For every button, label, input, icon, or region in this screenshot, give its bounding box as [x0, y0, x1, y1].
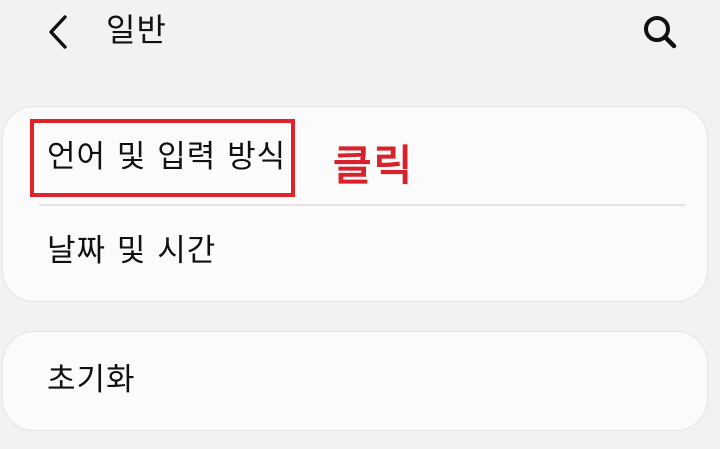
search-button[interactable]	[636, 12, 684, 52]
back-button[interactable]	[36, 12, 80, 52]
setting-item-label: 날짜 및 시간	[47, 233, 217, 269]
setting-item-reset[interactable]: 초기화	[3, 332, 707, 430]
page-title: 일반	[106, 11, 167, 49]
setting-item-label: 언어 및 입력 방식	[47, 139, 287, 175]
click-annotation-label: 클릭	[333, 141, 415, 190]
chevron-left-icon	[49, 15, 67, 49]
top-app-bar: 일반	[0, 0, 720, 70]
settings-group-2: 초기화	[2, 331, 708, 431]
search-icon	[644, 16, 677, 49]
settings-group-1: 언어 및 입력 방식 날짜 및 시간	[2, 106, 708, 302]
setting-item-label: 초기화	[47, 362, 136, 398]
setting-item-date-time[interactable]: 날짜 및 시간	[3, 205, 707, 303]
